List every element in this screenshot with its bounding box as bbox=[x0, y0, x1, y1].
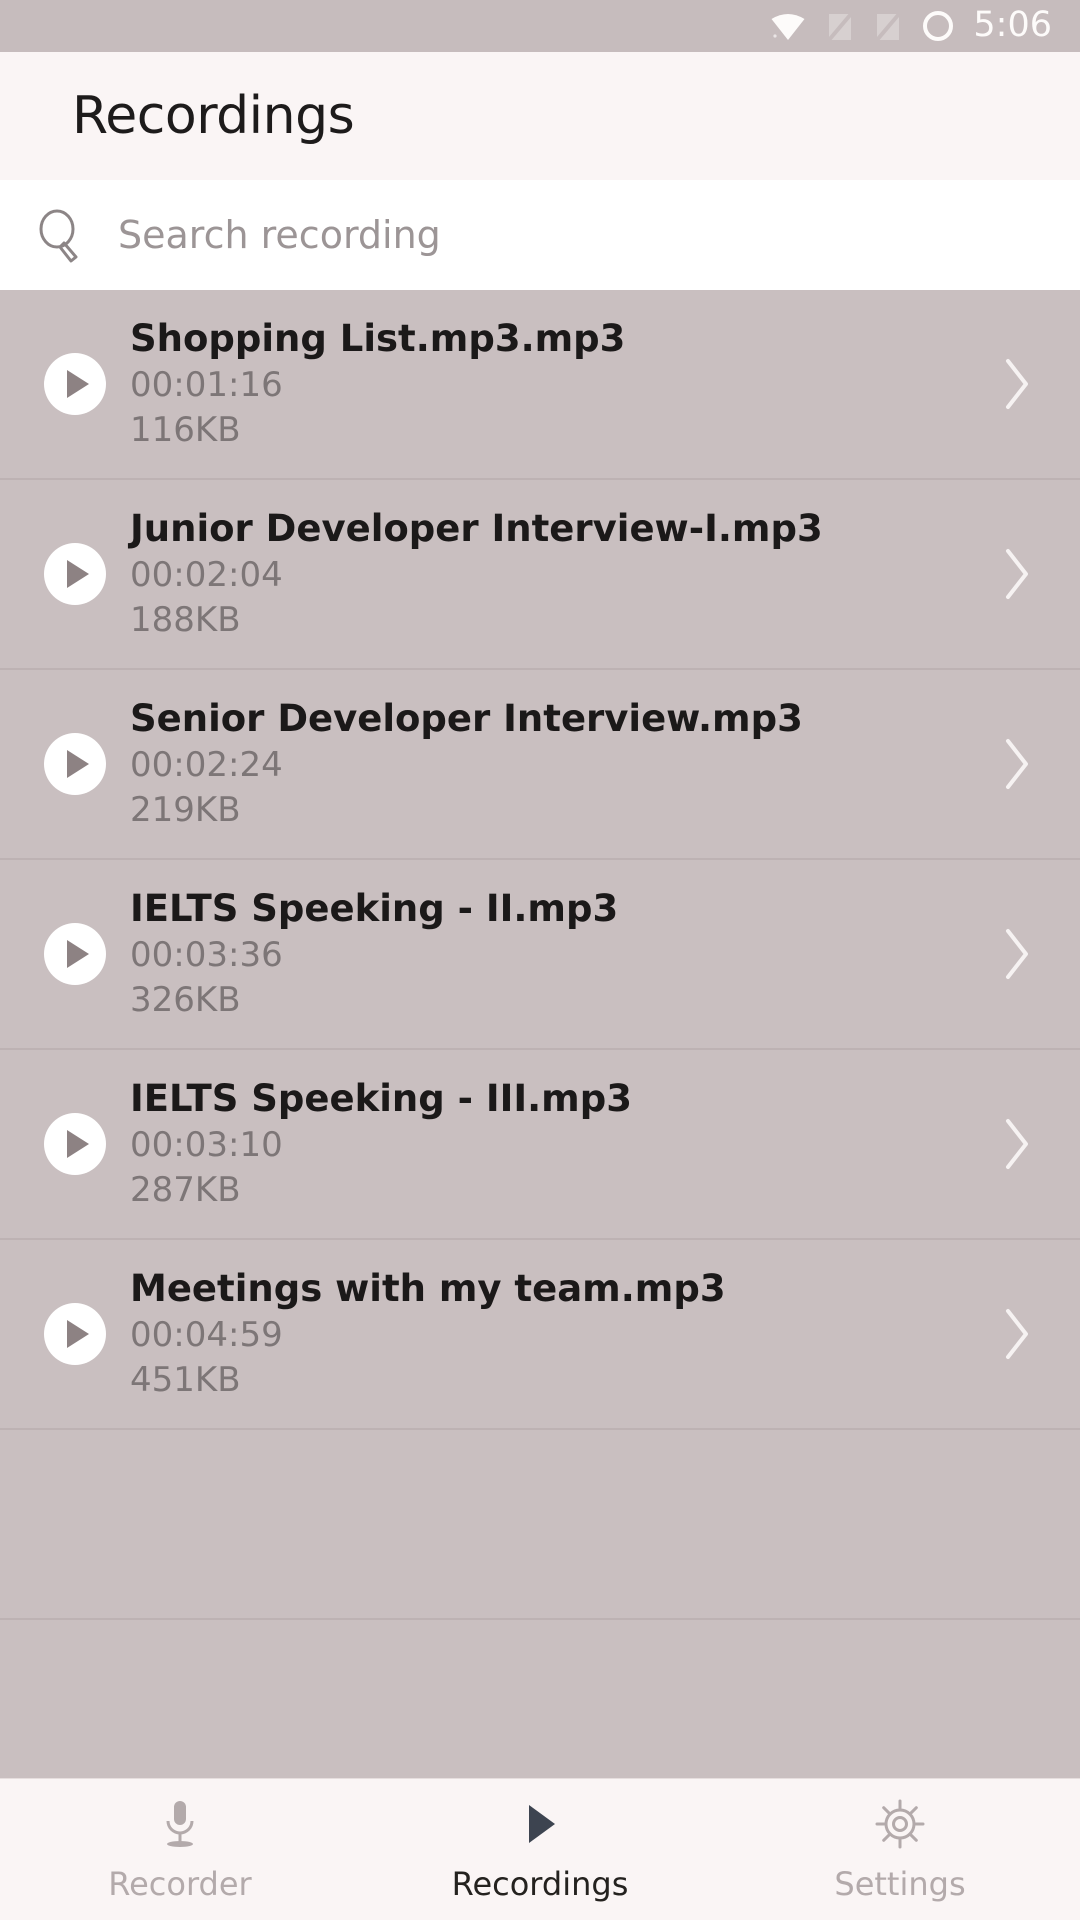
recording-info: Meetings with my team.mp3 00:04:59 451KB bbox=[130, 1266, 1002, 1403]
play-button[interactable] bbox=[44, 923, 106, 985]
play-button[interactable] bbox=[44, 733, 106, 795]
recording-item[interactable]: Junior Developer Interview-I.mp3 00:02:0… bbox=[0, 480, 1080, 670]
battery-circle-icon bbox=[923, 11, 954, 41]
recording-info: Junior Developer Interview-I.mp3 00:02:0… bbox=[130, 506, 1002, 643]
recording-size: 326KB bbox=[130, 980, 241, 1021]
play-icon bbox=[67, 1130, 89, 1158]
search-icon bbox=[39, 209, 78, 263]
play-icon bbox=[67, 370, 89, 398]
play-button[interactable] bbox=[44, 1303, 106, 1365]
page-title: Recordings bbox=[72, 86, 355, 146]
search-input[interactable]: Search recording bbox=[118, 213, 441, 257]
microphone-icon bbox=[156, 1797, 204, 1851]
recording-duration: 00:04:59 bbox=[130, 1314, 283, 1355]
tab-label-recorder: Recorder bbox=[108, 1864, 252, 1903]
search-bar[interactable]: Search recording bbox=[0, 180, 1080, 290]
gear-icon bbox=[873, 1797, 927, 1851]
recording-title: IELTS Speeking - III.mp3 bbox=[130, 1076, 632, 1120]
recording-duration: 00:02:04 bbox=[130, 554, 283, 595]
chevron-right-icon[interactable] bbox=[1002, 547, 1032, 601]
status-bar-icons bbox=[769, 9, 955, 43]
bottom-navigation: Recorder Recordings Settings bbox=[0, 1778, 1080, 1920]
play-icon bbox=[516, 1797, 564, 1851]
chevron-right-icon[interactable] bbox=[1002, 1117, 1032, 1171]
recording-item[interactable]: IELTS Speeking - III.mp3 00:03:10 287KB bbox=[0, 1050, 1080, 1240]
recording-duration: 00:03:10 bbox=[130, 1124, 283, 1165]
recording-size: 451KB bbox=[130, 1360, 241, 1401]
chevron-right-icon[interactable] bbox=[1002, 737, 1032, 791]
recording-size: 219KB bbox=[130, 790, 241, 831]
recording-title: Junior Developer Interview-I.mp3 bbox=[130, 506, 823, 550]
play-button[interactable] bbox=[44, 543, 106, 605]
tab-settings[interactable]: Settings bbox=[720, 1779, 1080, 1920]
status-bar-clock: 5:06 bbox=[973, 4, 1052, 45]
signal-off-icon bbox=[875, 12, 901, 42]
recording-info: Senior Developer Interview.mp3 00:02:24 … bbox=[130, 696, 1002, 833]
recording-item[interactable]: IELTS Speeking - II.mp3 00:03:36 326KB bbox=[0, 860, 1080, 1050]
play-icon bbox=[67, 750, 89, 778]
recording-info: IELTS Speeking - III.mp3 00:03:10 287KB bbox=[130, 1076, 1002, 1213]
recording-title: IELTS Speeking - II.mp3 bbox=[130, 886, 619, 930]
play-icon bbox=[67, 940, 89, 968]
tab-recordings[interactable]: Recordings bbox=[360, 1779, 720, 1920]
signal-off-icon bbox=[827, 12, 853, 42]
chevron-right-icon[interactable] bbox=[1002, 927, 1032, 981]
recording-size: 116KB bbox=[130, 410, 241, 451]
play-icon bbox=[67, 1320, 89, 1348]
recordings-list[interactable]: Shopping List.mp3.mp3 00:01:16 116KB Jun… bbox=[0, 290, 1080, 1778]
recording-duration: 00:01:16 bbox=[130, 364, 283, 405]
play-icon bbox=[67, 560, 89, 588]
app-header: Recordings bbox=[0, 52, 1080, 180]
recording-title: Shopping List.mp3.mp3 bbox=[130, 316, 626, 360]
recording-item[interactable]: Shopping List.mp3.mp3 00:01:16 116KB bbox=[0, 290, 1080, 480]
recording-duration: 00:02:24 bbox=[130, 744, 283, 785]
chevron-right-icon[interactable] bbox=[1002, 357, 1032, 411]
recording-info: Shopping List.mp3.mp3 00:01:16 116KB bbox=[130, 316, 1002, 453]
tab-label-recordings: Recordings bbox=[451, 1864, 629, 1903]
recording-info: IELTS Speeking - II.mp3 00:03:36 326KB bbox=[130, 886, 1002, 1023]
tab-recorder[interactable]: Recorder bbox=[0, 1779, 360, 1920]
play-button[interactable] bbox=[44, 353, 106, 415]
status-bar: 5:06 bbox=[0, 0, 1080, 52]
recording-title: Meetings with my team.mp3 bbox=[130, 1266, 726, 1310]
recordings-screen: 5:06 Recordings Search recording Shoppin… bbox=[0, 0, 1080, 1920]
recording-duration: 00:03:36 bbox=[130, 934, 283, 975]
recording-size: 188KB bbox=[130, 600, 241, 641]
recording-size: 287KB bbox=[130, 1170, 241, 1211]
chevron-right-icon[interactable] bbox=[1002, 1307, 1032, 1361]
recording-title: Senior Developer Interview.mp3 bbox=[130, 696, 803, 740]
tab-label-settings: Settings bbox=[834, 1864, 966, 1903]
recording-item[interactable]: Meetings with my team.mp3 00:04:59 451KB bbox=[0, 1240, 1080, 1430]
wifi-icon bbox=[771, 14, 805, 40]
recording-item-partial[interactable] bbox=[0, 1430, 1080, 1620]
recording-item[interactable]: Senior Developer Interview.mp3 00:02:24 … bbox=[0, 670, 1080, 860]
play-button[interactable] bbox=[44, 1113, 106, 1175]
